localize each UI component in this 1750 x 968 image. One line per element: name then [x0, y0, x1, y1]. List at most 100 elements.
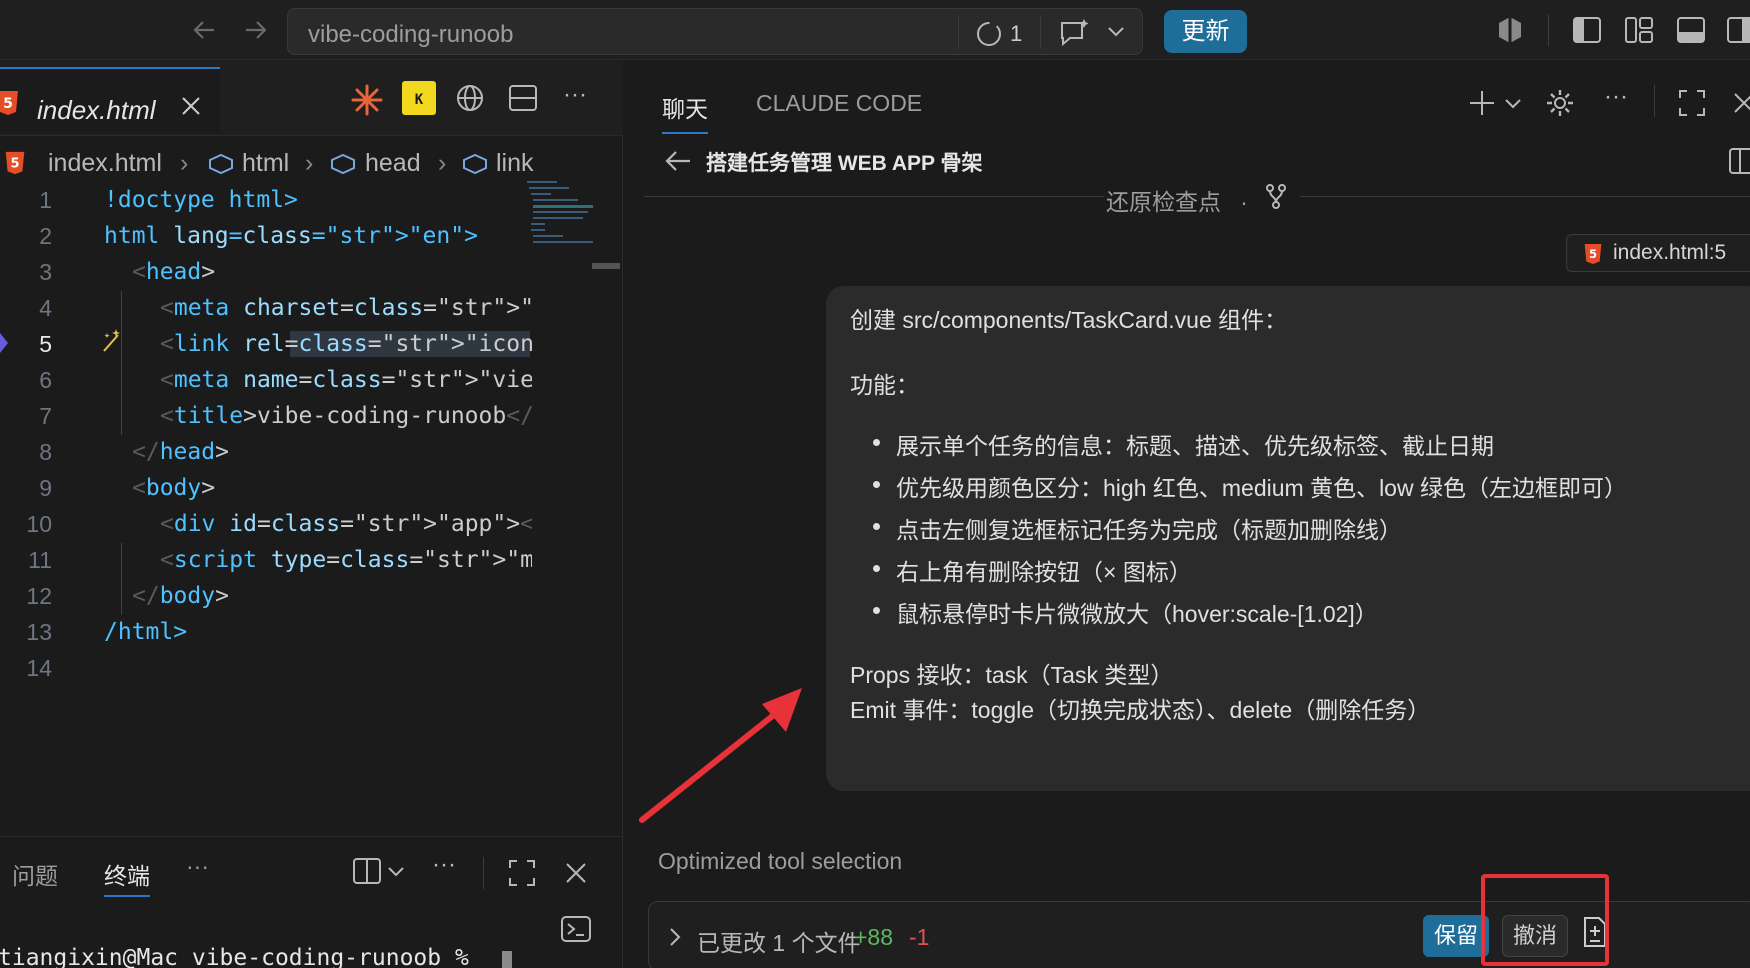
code-text: <head> — [132, 259, 216, 285]
forward-arrow-icon[interactable] — [242, 16, 270, 44]
close-icon[interactable] — [1732, 91, 1750, 115]
editor-tab-bar: 5 index.html K ··· — [0, 61, 623, 136]
layout-grid-icon[interactable] — [1624, 16, 1654, 44]
more-actions-icon[interactable]: ··· — [563, 81, 587, 109]
line-number: 2 — [39, 223, 52, 249]
message-bullet: 右上角有删除按钮（× 图标） — [896, 559, 1192, 585]
separator — [1654, 85, 1655, 117]
toggle-panel-icon[interactable] — [1676, 16, 1706, 44]
branch-icon[interactable] — [1264, 183, 1288, 211]
split-editor-icon[interactable] — [508, 83, 538, 113]
code-line[interactable]: 3 <head> — [0, 255, 600, 291]
code-line[interactable]: 14 — [0, 651, 600, 687]
ai-edit-icon[interactable] — [100, 327, 124, 355]
tab-index-html[interactable]: 5 index.html — [0, 67, 220, 133]
code-line[interactable]: 9 <body> — [0, 471, 600, 507]
line-number: 6 — [39, 367, 52, 393]
command-center[interactable]: vibe-coding-runoob 1 — [287, 8, 1143, 55]
line-number: 9 — [39, 475, 52, 501]
code-text: <title>vibe-coding-runoob</titl — [160, 403, 532, 429]
code-line[interactable]: 12 </body> — [0, 579, 600, 615]
title-bar: vibe-coding-runoob 1 更新 — [0, 0, 1750, 60]
more-actions-icon[interactable]: ··· — [432, 851, 456, 879]
code-line[interactable]: 4 <meta charset=class="str">"UTF-8" /> — [0, 291, 600, 327]
changed-files-label: 已更改 1 个文件 — [697, 930, 861, 956]
html5-icon: 5 — [0, 91, 18, 115]
code-line[interactable]: 1 !doctype html> — [0, 183, 600, 219]
line-number: 3 — [39, 259, 52, 285]
sync-icon[interactable] — [974, 19, 1004, 49]
globe-icon[interactable] — [455, 83, 485, 113]
code-line[interactable]: 6 <meta name=class="str">"viewport" conte… — [0, 363, 600, 399]
bullet — [873, 481, 880, 488]
svg-text:5: 5 — [3, 96, 13, 112]
tab-claude-code[interactable]: CLAUDE CODE — [756, 90, 922, 117]
tab-problems[interactable]: 问题 — [12, 857, 58, 891]
update-button[interactable]: 更新 — [1164, 10, 1247, 53]
line-number: 14 — [26, 655, 52, 681]
code-line[interactable]: 7 <title>vibe-coding-runoob</titl — [0, 399, 600, 435]
close-panel-icon[interactable] — [564, 861, 588, 885]
chevron-right-icon[interactable] — [667, 926, 683, 948]
close-icon[interactable] — [180, 95, 202, 117]
toggle-secondary-sidebar-icon[interactable] — [1726, 16, 1750, 44]
code-line[interactable]: 13/html> — [0, 615, 600, 651]
breadcrumb-item-file[interactable]: index.html — [48, 149, 162, 178]
project-name: vibe-coding-runoob — [308, 21, 514, 48]
more-actions-icon[interactable]: ··· — [1604, 83, 1628, 111]
message-props: Props 接收：task（Task 类型） — [850, 662, 1174, 688]
code-line[interactable]: 10 <div id=class="str">"app"></div> — [0, 507, 600, 543]
code-text: <div id=class="str">"app"></div> — [160, 511, 532, 537]
svg-text:5: 5 — [1589, 247, 1597, 261]
back-arrow-icon[interactable] — [190, 16, 218, 44]
bottom-panel: 问题 终端 ··· ··· tiangixin@Mac vibe-coding-… — [0, 836, 623, 968]
keep-button[interactable]: 保留 — [1423, 915, 1489, 957]
maximize-icon[interactable] — [1678, 89, 1706, 117]
more-tabs-icon[interactable]: ··· — [186, 853, 209, 880]
checkpoint-label: 还原检查点 · — [1106, 189, 1248, 215]
svg-text:K: K — [415, 92, 424, 108]
codex-icon[interactable]: K — [402, 81, 436, 115]
message-line: 创建 src/components/TaskCard.vue 组件： — [850, 307, 1288, 333]
sidebar-toggle-icon[interactable] — [1728, 147, 1750, 175]
chevron-down-icon[interactable] — [1106, 24, 1126, 40]
code-line[interactable]: 2 html lang=class="str">"en"> — [0, 219, 600, 255]
restore-checkpoint[interactable]: 还原检查点 · — [624, 181, 1750, 221]
claude-sparkle-icon[interactable] — [350, 83, 384, 117]
chat-sparkle-icon[interactable] — [1056, 17, 1092, 49]
plus-icon[interactable] — [1468, 89, 1496, 117]
separator — [1040, 15, 1041, 49]
breadcrumb-item-link[interactable]: link — [496, 149, 534, 178]
divider — [1300, 196, 1750, 197]
accounts-icon[interactable] — [1494, 14, 1526, 46]
chevron-right-icon: › — [180, 149, 189, 177]
gear-icon[interactable] — [1544, 87, 1576, 119]
line-number: 7 — [39, 403, 52, 429]
tab-terminal[interactable]: 终端 — [104, 857, 150, 897]
breadcrumb-item-head[interactable]: head — [365, 149, 421, 178]
code-line[interactable]: 11 <script type=class="str">"module" src=… — [0, 543, 600, 579]
chevron-down-icon[interactable] — [1504, 97, 1522, 111]
code-line[interactable]: 5<link rel=class="str">"icon" type="imag… — [0, 327, 600, 363]
terminal-prompt[interactable]: tiangixin@Mac vibe-coding-runoob % — [0, 945, 483, 968]
split-terminal-icon[interactable] — [352, 857, 382, 885]
change-marker — [0, 333, 8, 353]
tab-chat[interactable]: 聊天 — [662, 90, 708, 134]
file-reference-chip[interactable]: 5 index.html:5 — [1566, 234, 1750, 272]
annotation-highlight-box — [1481, 874, 1609, 966]
back-arrow-icon[interactable] — [664, 149, 692, 173]
message-features-label: 功能： — [850, 372, 919, 398]
cube-icon — [209, 153, 233, 175]
separator — [958, 15, 959, 49]
chevron-right-icon: › — [305, 149, 314, 177]
toggle-primary-sidebar-icon[interactable] — [1572, 16, 1602, 44]
message-bullet: 展示单个任务的信息：标题、描述、优先级标签、截止日期 — [896, 433, 1494, 459]
code-text: <link rel=class="str">"icon" type="image… — [160, 331, 532, 357]
chevron-down-icon[interactable] — [387, 865, 405, 879]
code-line[interactable]: 8 </head> — [0, 435, 600, 471]
terminal-icon[interactable] — [560, 915, 592, 943]
line-number: 11 — [28, 547, 52, 573]
message-bullet: 优先级用颜色区分：high 红色、medium 黄色、low 绿色（左边框即可） — [896, 475, 1627, 501]
maximize-panel-icon[interactable] — [508, 859, 536, 887]
breadcrumb-item-html[interactable]: html — [242, 149, 289, 178]
